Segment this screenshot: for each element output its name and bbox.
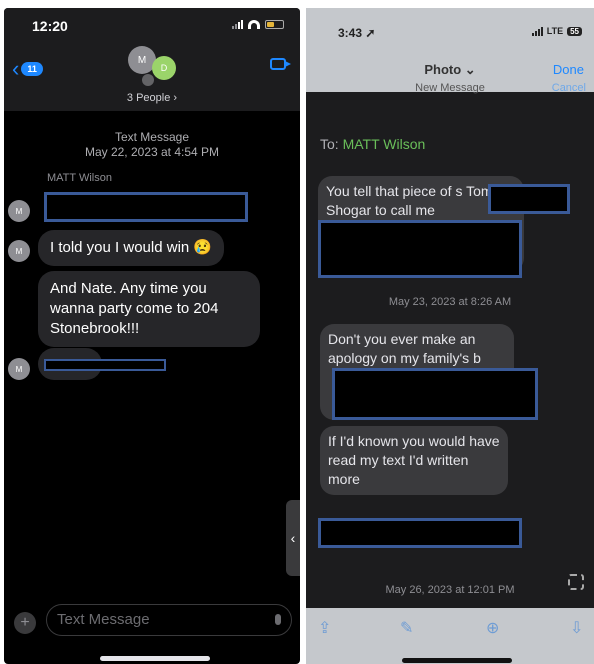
right-phone-screenshot: 3:43 ➚ LTE 55 Photo ⌄ Done New Message C… [306, 8, 594, 664]
markup-icon[interactable]: ✎ [400, 618, 413, 638]
chevron-left-icon: ‹ [12, 56, 20, 81]
message-bubble: I told you I would win 😢 [38, 230, 225, 266]
to-label: To: [320, 136, 339, 152]
redaction-box [318, 518, 522, 548]
redaction-box [318, 220, 522, 278]
status-icons: LTE 55 [531, 26, 582, 36]
signal-icon [531, 26, 543, 36]
message-timestamp: May 23, 2023 at 8:26 AM [388, 296, 512, 308]
cancel-button[interactable]: Cancel [552, 82, 586, 94]
thread-meta: Text Message May 22, 2023 at 4:54 PM [4, 130, 300, 160]
service-label: Text Message [114, 130, 190, 144]
battery-icon [265, 20, 284, 29]
location-icon: ➚ [365, 26, 376, 40]
scan-text-icon[interactable] [568, 574, 584, 590]
group-people-label[interactable]: 3 People › [4, 92, 300, 104]
message-input-placeholder: Text Message [57, 611, 150, 628]
battery-icon: 55 [567, 26, 582, 36]
photo-viewer-header: 3:43 ➚ LTE 55 Photo ⌄ Done New Message C… [306, 8, 594, 94]
status-time: 12:20 [32, 18, 68, 34]
group-avatars[interactable]: M D [128, 46, 184, 86]
sender-name: MATT Wilson [47, 172, 112, 184]
signal-icon [232, 20, 243, 29]
microphone-icon[interactable] [275, 614, 281, 625]
avatar [142, 74, 154, 86]
chevron-left-icon[interactable]: ‹ [286, 500, 300, 576]
message-timestamp: May 26, 2023 at 12:01 PM [385, 584, 515, 596]
avatar: M [8, 200, 30, 222]
network-label: LTE [546, 26, 564, 36]
redaction-box [332, 368, 538, 420]
message-bubble: If I'd known you would have read my text… [320, 426, 508, 495]
avatar: D [152, 56, 176, 80]
to-field: To: MATT Wilson [320, 136, 425, 152]
plus-icon[interactable]: + [14, 612, 36, 634]
thread-timestamp: May 22, 2023 at 4:54 PM [84, 145, 220, 159]
status-time: 3:43 ➚ [338, 26, 376, 40]
video-call-icon[interactable] [270, 58, 291, 70]
message-bubble: And Nate. Any time you wanna party come … [38, 271, 260, 347]
avatar: M [8, 358, 30, 380]
unread-badge: 11 [21, 62, 43, 76]
avatar: M [8, 240, 30, 262]
status-icons [232, 20, 284, 29]
recipient-name: MATT Wilson [342, 136, 426, 152]
back-button[interactable]: ‹ 11 [12, 56, 43, 82]
left-phone-screenshot: 12:20 ‹ 11 M D 3 People › Text Message M… [4, 8, 300, 664]
share-icon[interactable]: ⇪ [318, 618, 331, 638]
home-indicator [100, 656, 210, 661]
home-indicator [402, 658, 512, 663]
redaction-box [488, 184, 570, 214]
conversation-header: 12:20 ‹ 11 M D 3 People › [4, 8, 300, 111]
message-input[interactable]: Text Message [46, 604, 292, 636]
zoom-icon[interactable]: ⊕ [486, 618, 499, 638]
done-button[interactable]: Done [553, 62, 584, 77]
save-icon[interactable]: ⇩ [570, 618, 583, 638]
wifi-icon [248, 20, 260, 29]
photo-toolbar: ⇪ ✎ ⊕ ⇩ [306, 608, 594, 664]
redacted-message-bubble [44, 192, 248, 222]
photo-title[interactable]: Photo ⌄ [306, 62, 594, 78]
redaction-box [44, 359, 166, 371]
